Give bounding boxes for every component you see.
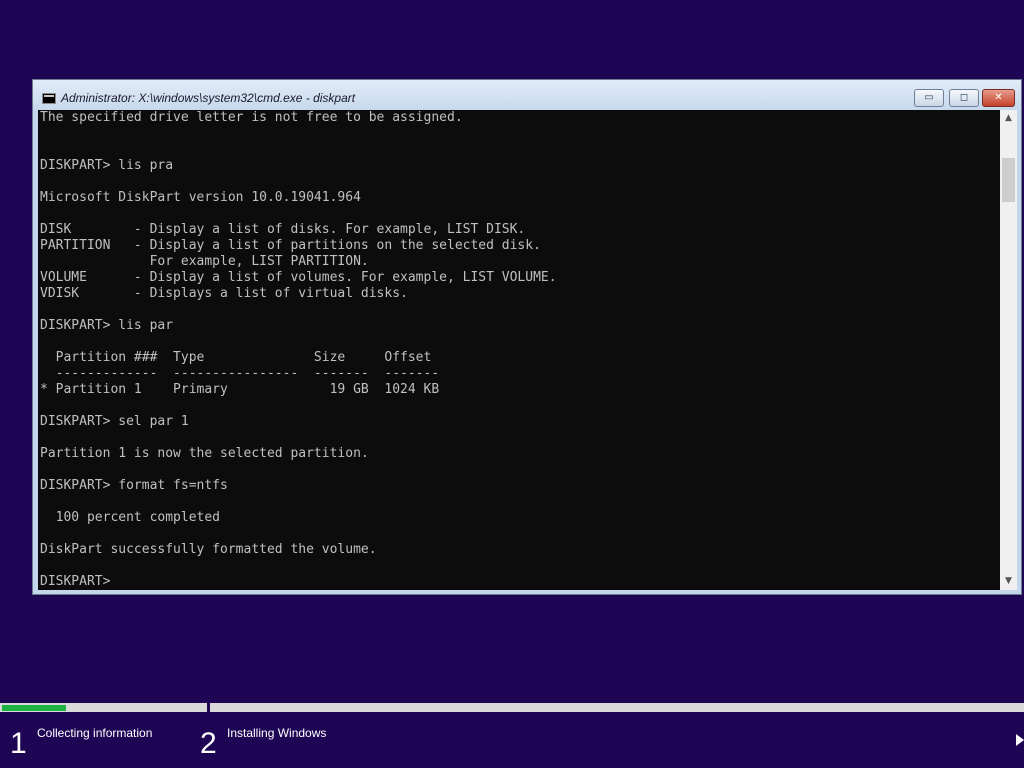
progress-segment-collecting (0, 703, 207, 712)
scroll-up-arrow-icon[interactable]: ▲ (1000, 110, 1017, 127)
step-label: Installing Windows (227, 726, 327, 740)
title-bar[interactable]: Administrator: X:\windows\system32\cmd.e… (33, 80, 1021, 110)
console-output[interactable]: The specified drive letter is not free t… (38, 110, 1000, 590)
step-number: 1 (10, 727, 27, 760)
scroll-down-arrow-icon[interactable]: ▼ (1000, 573, 1017, 590)
setup-progress-bar (0, 703, 1024, 712)
scroll-thumb[interactable] (1002, 158, 1015, 202)
vertical-scrollbar[interactable]: ▲ ▼ (1000, 110, 1017, 590)
console-window: Administrator: X:\windows\system32\cmd.e… (32, 79, 1022, 595)
console-text: The specified drive letter is not free t… (40, 110, 557, 589)
progress-divider (207, 703, 210, 712)
next-arrow-icon (1016, 734, 1024, 746)
minimize-button[interactable]: ▭ (914, 89, 944, 107)
step-label: Collecting information (37, 726, 153, 740)
cmd-console-icon[interactable] (42, 93, 56, 104)
close-button[interactable]: ✕ (982, 89, 1015, 107)
progress-fill (2, 705, 66, 711)
maximize-button[interactable]: ◻ (949, 89, 979, 107)
window-title: Administrator: X:\windows\system32\cmd.e… (61, 91, 356, 105)
step-number: 2 (200, 727, 217, 760)
